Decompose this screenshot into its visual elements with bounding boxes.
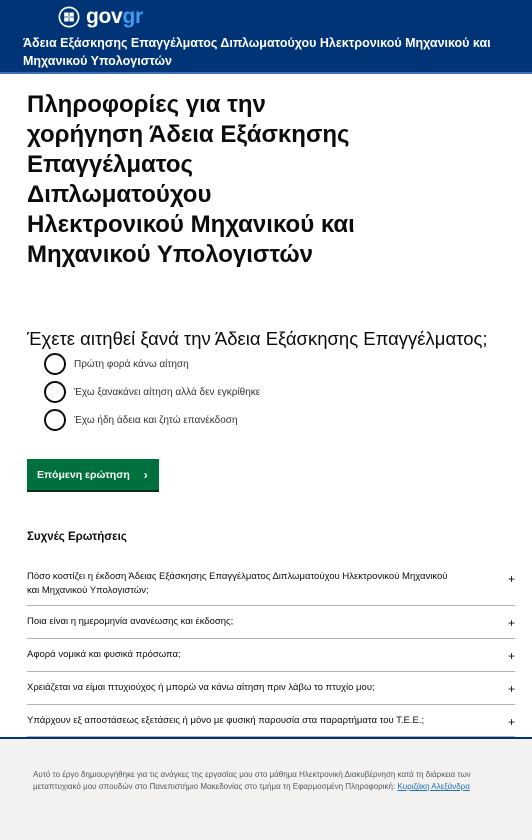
author-link[interactable]: Κυριζάκη Αλεξάνδρα — [397, 782, 469, 791]
plus-icon[interactable]: + — [508, 682, 515, 696]
faq-question: Αφορά νομικά και φυσικά πρόσωπα; — [27, 649, 181, 660]
faq-heading: Συχνές Ερωτήσεις — [27, 531, 127, 543]
site-header: govgr Άδεια Εξάσκησης Επαγγέλματος Διπλω… — [0, 0, 532, 72]
radio-button[interactable] — [44, 409, 66, 431]
header-divider — [0, 72, 532, 74]
faq-item-remote-exams[interactable]: Υπάρχουν εξ αποστάσεως εξετάσεις ή μόνο … — [27, 704, 515, 737]
question-heading: Έχετε αιτηθεί ξανά την Άδεια Εξάσκησης Ε… — [27, 328, 488, 349]
radio-button[interactable] — [44, 353, 66, 375]
footer-credits: Αυτό το έργο δημιουργήθηκε για τις ανάγκ… — [33, 769, 503, 793]
site-footer: Αυτό το έργο δημιουργήθηκε για τις ανάγκ… — [0, 737, 532, 840]
radio-option-rejected[interactable]: Έχω ξανακάνει αίτηση αλλά δεν εγκρίθηκε — [44, 381, 260, 403]
faq-question: Υπάρχουν εξ αποστάσεως εξετάσεις ή μόνο … — [27, 715, 425, 726]
radio-label: Πρώτη φορά κάνω αίτηση — [74, 358, 189, 370]
plus-icon[interactable]: + — [508, 715, 515, 729]
radio-option-reissue[interactable]: Έχω ήδη άδεια και ζητώ επανέκδοση — [44, 409, 238, 431]
faq-item-renewal-date[interactable]: Ποια είναι η ημερομηνία ανανέωσης και έκ… — [27, 605, 515, 639]
govgr-logo[interactable]: govgr — [58, 5, 143, 29]
radio-label: Έχω ήδη άδεια και ζητώ επανέκδοση — [74, 414, 238, 426]
plus-icon[interactable]: + — [508, 649, 515, 663]
radio-label: Έχω ξανακάνει αίτηση αλλά δεν εγκρίθηκε — [74, 386, 261, 398]
faq-item-degree[interactable]: Χρειάζεται να είμαι πτυχιούχος ή μπορώ ν… — [27, 671, 515, 705]
page-title: Πληροφορίες για την χορήγηση Άδεια Εξάσκ… — [27, 91, 355, 268]
radio-button[interactable] — [44, 381, 66, 403]
faq-item-cost[interactable]: Πόσο κοστίζει η έκδοση Άδειας Εξάσκησης … — [27, 568, 515, 606]
greek-emblem-icon — [58, 6, 80, 28]
next-question-label: Επόμενη ερώτηση — [37, 468, 130, 481]
plus-icon[interactable]: + — [508, 572, 515, 586]
faq-question: Πόσο κοστίζει η έκδοση Άδειας Εξάσκησης … — [27, 571, 448, 596]
plus-icon[interactable]: + — [508, 616, 515, 630]
faq-question: Χρειάζεται να είμαι πτυχιούχος ή μπορώ ν… — [27, 682, 375, 693]
brand-name: govgr — [86, 5, 143, 28]
service-title[interactable]: Άδεια Εξάσκησης Επαγγέλματος Διπλωματούχ… — [23, 34, 523, 70]
faq-item-persons[interactable]: Αφορά νομικά και φυσικά πρόσωπα; + — [27, 638, 515, 672]
faq-question: Ποια είναι η ημερομηνία ανανέωσης και έκ… — [27, 616, 234, 627]
radio-option-first-time[interactable]: Πρώτη φορά κάνω αίτηση — [44, 353, 189, 375]
chevron-right-icon: › — [143, 467, 148, 482]
next-question-button[interactable]: Επόμενη ερώτηση › — [27, 459, 159, 490]
